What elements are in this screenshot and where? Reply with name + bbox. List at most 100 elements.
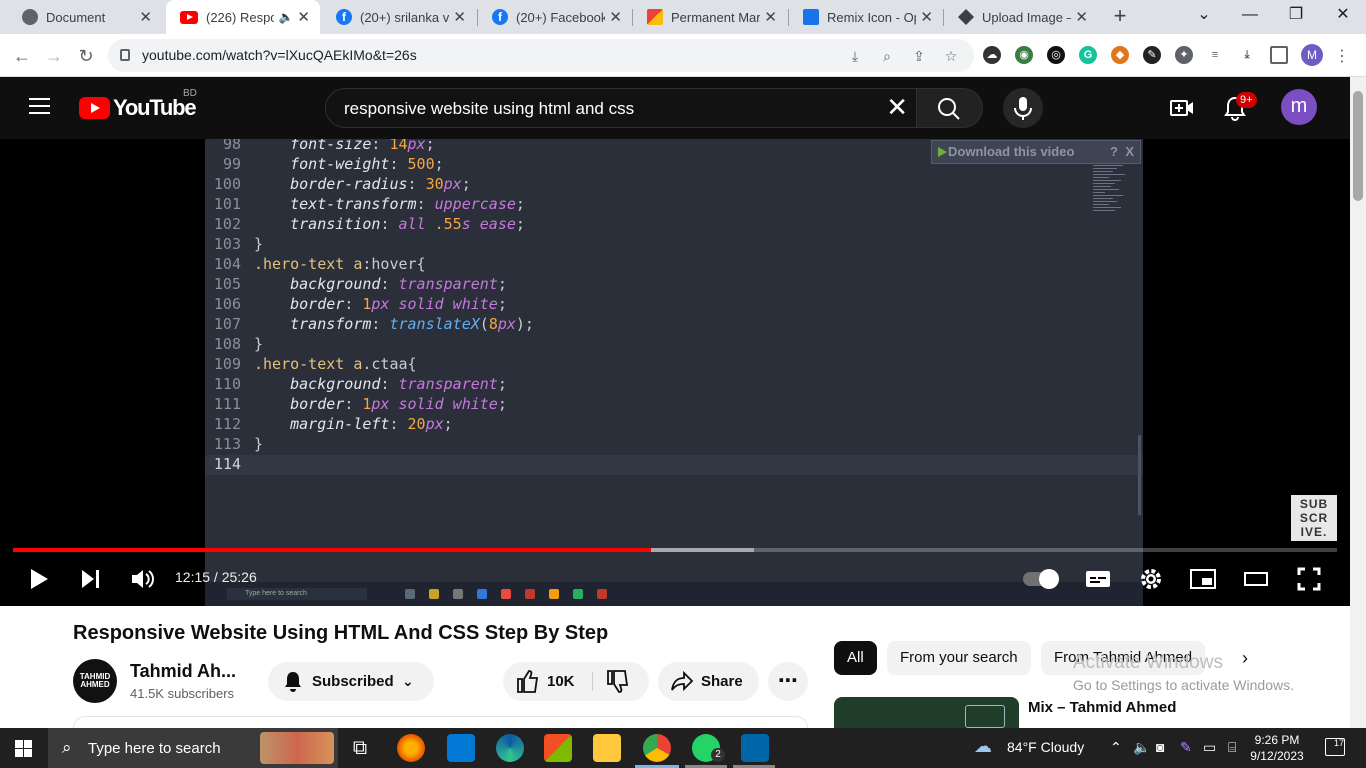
url-text[interactable]: youtube.com/watch?v=lXucQAEkIMo&t=26s (142, 47, 417, 63)
battery-icon[interactable]: ▭ (1203, 739, 1216, 756)
browser-tab[interactable]: Permanent Mark ✕ (633, 0, 787, 34)
browser-tab-active[interactable]: (226) Respon 🔈 ✕ (166, 0, 320, 34)
close-window-button[interactable]: ✕ (1320, 0, 1366, 32)
miniplayer-button[interactable] (1190, 567, 1216, 591)
account-avatar[interactable]: m (1281, 89, 1317, 125)
youtube-logo[interactable]: YouTube BD (79, 88, 197, 121)
address-bar[interactable]: youtube.com/watch?v=lXucQAEkIMo&t=26s ⤓ … (108, 39, 974, 72)
grammarly-icon[interactable]: G (1079, 46, 1097, 64)
subscribed-button[interactable]: Subscribed ⌄ (268, 662, 434, 701)
chip-from-your-search[interactable]: From your search (887, 641, 1031, 675)
windows-search-box[interactable]: ⌕ Type here to search (48, 728, 338, 768)
close-icon[interactable]: ✕ (1075, 8, 1088, 26)
close-icon[interactable]: ✕ (764, 8, 777, 26)
browser-tab[interactable]: f (20+) srilanka vs ✕ (322, 0, 476, 34)
menu-icon[interactable] (29, 98, 50, 114)
forward-button[interactable]: → (41, 43, 67, 69)
chip-all[interactable]: All (834, 641, 877, 675)
back-button[interactable]: ← (9, 43, 35, 69)
chevron-up-icon[interactable]: ⌃ (1110, 739, 1122, 756)
edge-icon[interactable] (496, 734, 524, 762)
eyedropper-icon[interactable]: ✎ (1143, 46, 1161, 64)
weather-text[interactable]: 84°F Cloudy (1007, 739, 1084, 755)
file-explorer-icon[interactable] (593, 734, 621, 762)
recommended-thumbnail[interactable] (834, 697, 1019, 728)
restore-button[interactable]: ❐ (1273, 0, 1319, 32)
profile-avatar[interactable]: M (1301, 44, 1323, 66)
next-button[interactable] (79, 567, 103, 591)
speaker-icon[interactable]: 🔈 (278, 10, 293, 24)
browser-tab[interactable]: f (20+) Facebook L ✕ (478, 0, 632, 34)
new-tab-button[interactable]: + (1108, 4, 1132, 28)
camera-icon[interactable]: ◙ (1156, 739, 1164, 755)
help-icon[interactable]: ? (1110, 141, 1118, 163)
browser-tab[interactable]: Remix Icon - Ope ✕ (789, 0, 943, 34)
close-icon[interactable]: ✕ (297, 8, 310, 26)
share-icon[interactable]: ⇪ (910, 47, 928, 65)
channel-avatar[interactable]: TAHMID AHMED (73, 659, 117, 703)
theater-mode-button[interactable] (1243, 567, 1269, 591)
voice-search-button[interactable] (1003, 88, 1043, 128)
subscribe-watermark[interactable]: SUB SCR IVE. (1291, 495, 1337, 541)
search-button[interactable] (917, 88, 983, 128)
create-video-icon[interactable] (1169, 95, 1195, 121)
volume-button[interactable] (130, 567, 156, 591)
channel-name[interactable]: Tahmid Ah... (130, 661, 236, 682)
browser-tab[interactable]: Upload Image – ✕ (944, 0, 1098, 34)
media-control-icon[interactable]: ≡ (1206, 46, 1224, 64)
vscode-icon[interactable] (741, 734, 769, 762)
recommended-title[interactable]: Mix – Tahmid Ahmed (1028, 699, 1176, 716)
code-token: ; (443, 415, 453, 433)
clear-search-icon[interactable]: ✕ (886, 92, 908, 123)
play-button[interactable] (28, 567, 50, 591)
description-box[interactable] (73, 716, 808, 728)
bookmark-star-icon[interactable]: ☆ (942, 47, 960, 65)
page-scrollbar[interactable] (1350, 77, 1366, 728)
tab-search-icon[interactable]: ⌄ (1181, 0, 1227, 32)
browser-tab[interactable]: Document ✕ (8, 0, 162, 34)
like-button[interactable] (515, 662, 539, 716)
search-input[interactable]: responsive website using html and css ✕ (325, 88, 917, 128)
windows-start-icon[interactable] (15, 740, 32, 757)
globe-extension-icon[interactable]: ◉ (1015, 46, 1033, 64)
close-icon[interactable]: ✕ (609, 8, 622, 26)
firefox-icon[interactable] (397, 734, 425, 762)
extensions-puzzle-icon[interactable]: ✦ (1175, 46, 1193, 64)
close-icon[interactable]: ✕ (139, 8, 152, 26)
fullscreen-button[interactable] (1297, 567, 1321, 591)
close-icon[interactable]: ✕ (920, 8, 933, 26)
store-icon[interactable] (544, 734, 572, 762)
mail-icon[interactable] (447, 734, 475, 762)
search-query[interactable]: responsive website using html and css (344, 99, 634, 119)
close-icon[interactable]: X (1125, 141, 1134, 163)
network-icon[interactable]: ⌸ (1228, 739, 1236, 756)
share-button[interactable]: Share (658, 662, 759, 701)
scrollbar-thumb[interactable] (1353, 91, 1363, 201)
reload-button[interactable]: ↻ (73, 43, 99, 69)
install-icon[interactable]: ⤓ (846, 47, 864, 65)
close-icon[interactable]: ✕ (453, 8, 466, 26)
minimize-button[interactable]: — (1227, 0, 1273, 32)
video-player[interactable]: 98 font-size: 14px; 99 font-weight: 500; 1… (0, 139, 1350, 606)
dislike-button[interactable] (605, 662, 629, 716)
chrome-icon[interactable] (643, 734, 671, 762)
pen-icon[interactable]: ✎ (1180, 739, 1192, 756)
autoplay-toggle[interactable] (1023, 569, 1059, 589)
more-actions-button[interactable]: ⋯ (768, 662, 808, 701)
zoom-icon[interactable]: ⌕ (878, 47, 896, 65)
browser-menu-icon[interactable]: ⋮ (1334, 46, 1350, 66)
clock[interactable]: 9:26 PM 9/12/2023 (1242, 732, 1312, 764)
task-view-icon[interactable]: ⧉ (346, 734, 374, 762)
cloud-extension-icon[interactable]: ☁ (983, 46, 1001, 64)
notification-center-icon[interactable]: 17 (1325, 738, 1345, 756)
download-icon[interactable]: ⤓ (1238, 46, 1256, 64)
subtitles-button[interactable] (1085, 567, 1111, 591)
link-extension-icon[interactable]: ◎ (1047, 46, 1065, 64)
metamask-icon[interactable]: ◆ (1111, 46, 1129, 64)
side-panel-icon[interactable] (1270, 46, 1288, 64)
progress-bar[interactable] (13, 548, 1337, 552)
download-video-banner[interactable]: Download this video ? X (931, 140, 1141, 164)
volume-icon[interactable]: 🔈 (1133, 739, 1150, 756)
settings-button[interactable] (1139, 567, 1163, 591)
chevron-right-icon[interactable]: › (1242, 648, 1248, 669)
